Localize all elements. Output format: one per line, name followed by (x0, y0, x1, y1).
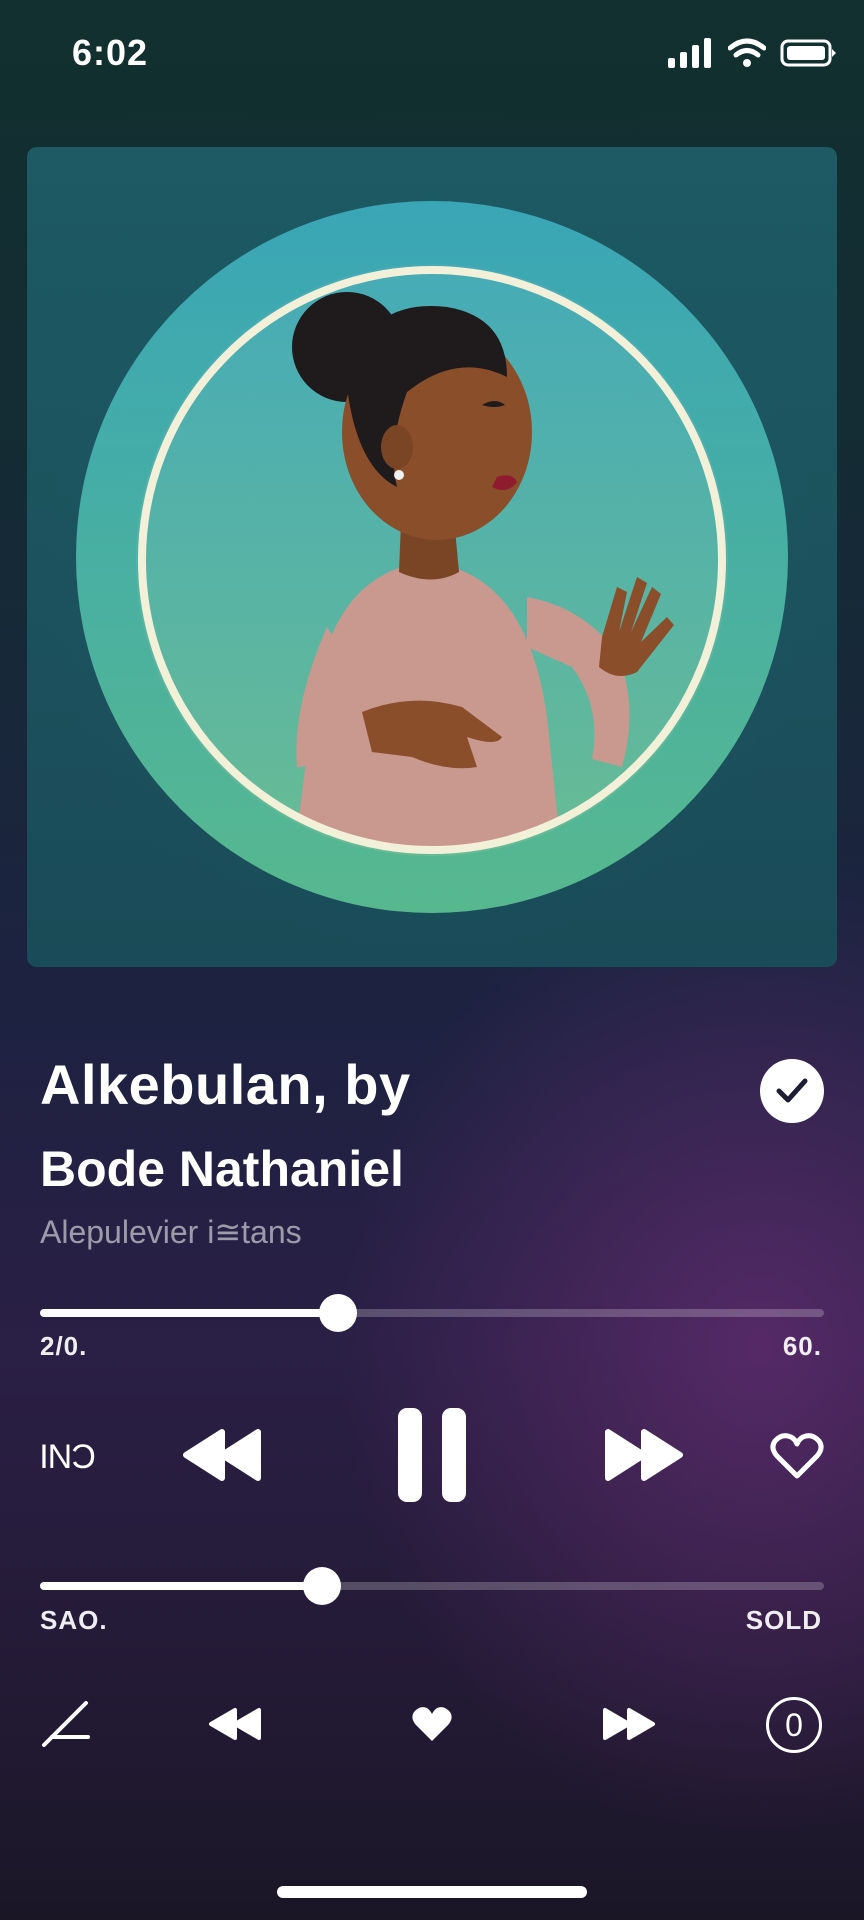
battery-icon (780, 39, 836, 67)
wifi-icon (728, 38, 766, 67)
volume-thumb[interactable] (303, 1567, 342, 1605)
volume-left-label: SAO. (40, 1605, 108, 1635)
favorite-button[interactable] (408, 1702, 456, 1746)
zero-circle-button[interactable]: 0 (764, 1695, 824, 1755)
slash-button[interactable] (36, 1696, 96, 1752)
album-name: Alepulevier i≅tans (40, 1214, 302, 1250)
pause-icon (398, 1408, 466, 1502)
checkmark-icon (776, 1078, 808, 1103)
portrait-illustration (32, 157, 832, 957)
home-indicator[interactable] (277, 1886, 587, 1898)
repeat-button[interactable]: INƆ (36, 1432, 98, 1482)
rewind-icon (183, 1429, 261, 1481)
zero-circle-icon: 0 (766, 1697, 822, 1753)
volume-fill (40, 1582, 323, 1590)
skip-forward-icon (603, 1708, 655, 1740)
skip-forward-button[interactable] (598, 1704, 660, 1744)
signal-icon (668, 38, 711, 68)
heart-outline-icon (770, 1433, 824, 1479)
skip-back-icon (209, 1708, 261, 1740)
fast-forward-icon (605, 1429, 683, 1481)
progress-slider[interactable] (40, 1294, 824, 1332)
progress-thumb[interactable] (318, 1294, 357, 1332)
track-artist: Bode Nathaniel (40, 1141, 404, 1197)
saved-button[interactable] (760, 1059, 824, 1123)
track-title: Alkebulan, by (40, 1053, 411, 1116)
album-artwork (27, 147, 837, 967)
elapsed-time: 2/0. (40, 1331, 88, 1361)
heart-filled-icon (412, 1707, 452, 1741)
skip-back-button[interactable] (204, 1704, 266, 1744)
zero-circle-label: 0 (785, 1706, 803, 1743)
status-time: 6:02 (72, 32, 149, 73)
fast-forward-button[interactable] (594, 1420, 694, 1490)
rewind-button[interactable] (172, 1420, 272, 1490)
progress-fill (40, 1309, 338, 1317)
volume-slider[interactable] (40, 1567, 824, 1605)
slash-icon (42, 1701, 90, 1747)
pause-button[interactable] (392, 1405, 472, 1505)
like-button[interactable] (764, 1426, 830, 1486)
total-time: 60. (782, 1331, 822, 1361)
volume-right-label: SOLD (745, 1605, 822, 1635)
status-icons (668, 38, 838, 68)
